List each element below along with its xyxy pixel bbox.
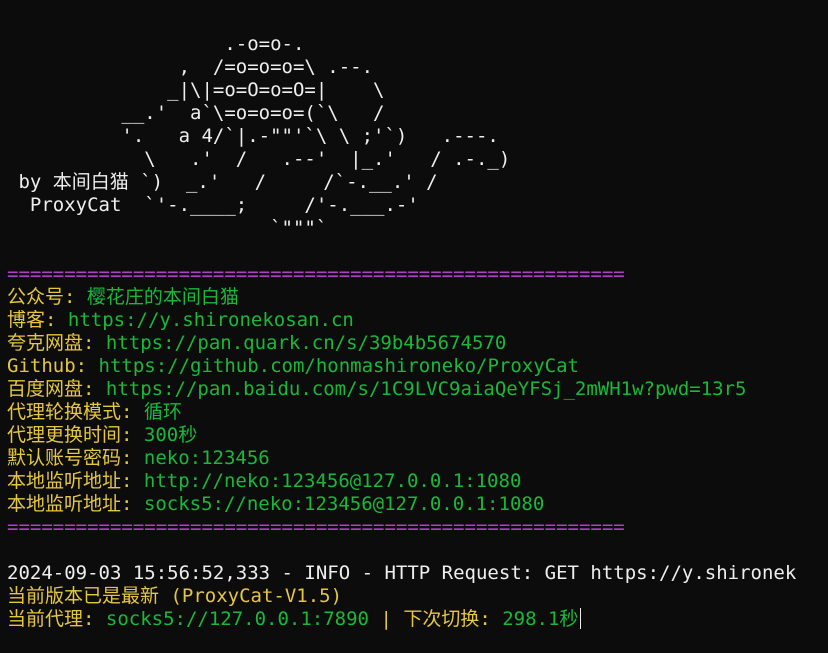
ascii-line: \ .' / .--' |_.' / .-._) <box>7 148 511 170</box>
info-label: 夸克网盘: <box>7 332 106 354</box>
proxy-label: 当前代理: <box>7 608 106 630</box>
info-label: 公众号: <box>7 286 87 308</box>
info-label: 代理轮换模式: <box>7 401 144 423</box>
text-cursor <box>580 608 582 629</box>
github-link[interactable]: https://github.com/honmashironeko/ProxyC… <box>99 355 579 377</box>
info-row: 代理轮换模式: 循环 <box>7 401 182 424</box>
info-row: 本地监听地址: socks5://neko:123456@127.0.0.1:1… <box>7 493 544 516</box>
quark-link[interactable]: https://pan.quark.cn/s/39b4b5674570 <box>106 332 506 354</box>
info-value: neko:123456 <box>143 447 270 469</box>
version-status-line: 当前版本已是最新 (ProxyCat-V1.5) <box>7 585 343 607</box>
info-value: 循环 <box>143 401 182 423</box>
current-proxy-line: 当前代理: socks5://127.0.0.1:7890 | 下次切换: 29… <box>7 608 582 631</box>
info-label: 博客: <box>7 309 68 331</box>
info-label: Github: <box>7 355 99 377</box>
info-row: 百度网盘: https://pan.baidu.com/s/1C9LVC9aia… <box>7 378 746 401</box>
info-row: 默认账号密码: neko:123456 <box>7 447 270 470</box>
info-row: 本地监听地址: http://neko:123456@127.0.0.1:108… <box>7 470 521 493</box>
ascii-line: , /=o=o=o=\ .--. <box>7 56 374 78</box>
info-label: 百度网盘: <box>7 378 106 400</box>
ascii-line: ProxyCat `'-.____; /'-.___.-' <box>7 194 419 216</box>
separator-bottom: ========================================… <box>7 516 625 538</box>
http-listen-address[interactable]: http://neko:123456@127.0.0.1:1080 <box>144 470 522 492</box>
info-label: 本地监听地址: <box>7 493 144 515</box>
separator-top: ========================================… <box>7 263 625 285</box>
info-row: 夸克网盘: https://pan.quark.cn/s/39b4b567457… <box>7 332 506 355</box>
baidu-link[interactable]: https://pan.baidu.com/s/1C9LVC9aiaQeYFSj… <box>106 378 747 400</box>
ascii-line: '. a 4/`|.-""'`\ \ ;'`) .---. <box>7 125 499 147</box>
next-switch-value: 298.1秒 <box>502 608 579 630</box>
info-row: 博客: https://y.shironekosan.cn <box>7 309 354 332</box>
ascii-line: _|\|=o=O=o=O=| \ <box>7 79 385 101</box>
blog-link[interactable]: https://y.shironekosan.cn <box>68 309 354 331</box>
next-switch-label: 下次切换: <box>403 608 503 630</box>
info-label: 代理更换时间: <box>7 424 144 446</box>
ascii-line: .-o=o-. <box>7 33 305 55</box>
divider: | <box>369 608 404 630</box>
socks5-listen-address[interactable]: socks5://neko:123456@127.0.0.1:1080 <box>144 493 544 515</box>
terminal-window[interactable]: .-o=o-. , /=o=o=o=\ .--. _|\|=o=O=o=O=| … <box>0 0 828 653</box>
log-request-line: 2024-09-03 15:56:52,333 - INFO - HTTP Re… <box>7 562 797 584</box>
info-row: Github: https://github.com/honmashironek… <box>7 355 579 378</box>
info-label: 本地监听地址: <box>7 470 144 492</box>
proxy-value: socks5://127.0.0.1:7890 <box>105 608 369 630</box>
info-label: 默认账号密码: <box>7 447 144 469</box>
ascii-line: `"""` <box>7 217 328 239</box>
info-value: 樱花庄的本间白猫 <box>86 286 239 308</box>
info-value: 300秒 <box>143 424 198 446</box>
info-row: 公众号: 樱花庄的本间白猫 <box>7 286 239 309</box>
info-row: 代理更换时间: 300秒 <box>7 424 197 447</box>
ascii-line: by 本间白猫 `) _.' / /`-.__.' / <box>7 171 438 193</box>
ascii-line: __.' a`\=o=o=o=(`\ / <box>7 102 385 124</box>
